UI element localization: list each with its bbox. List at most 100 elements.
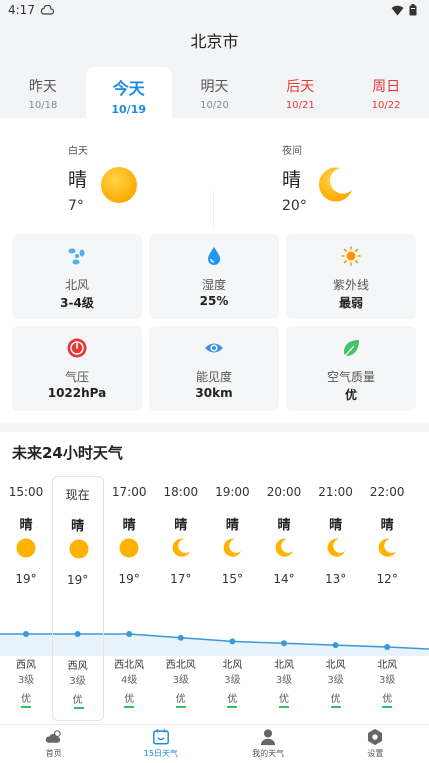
night-summary: 夜间 晴 20° bbox=[282, 142, 307, 214]
hour-wind-level: 3级 bbox=[379, 675, 396, 686]
city-name[interactable]: 北京市 bbox=[190, 28, 238, 52]
hour-condition: 晴 bbox=[122, 518, 136, 533]
detail-label: 湿度 bbox=[201, 278, 226, 292]
hour-time: 20:00 bbox=[266, 485, 302, 499]
hour-air-quality: 优 bbox=[227, 694, 238, 705]
hourly-title: 未来24小时天气 bbox=[12, 444, 123, 462]
hour-condition: 晴 bbox=[174, 518, 188, 533]
day-night-divider bbox=[213, 190, 214, 230]
hour-temp: 15° bbox=[221, 572, 244, 586]
sun-icon bbox=[69, 539, 89, 559]
sun-icon bbox=[16, 538, 36, 558]
hour-wind-level: 3级 bbox=[224, 675, 241, 686]
detail-card: 空气质量优 bbox=[286, 326, 416, 411]
detail-card: 紫外线 最弱 bbox=[286, 234, 416, 319]
today-panel: 白天 晴 7° 夜间 晴 20° 北风 3-4级 湿度 25% 紫外线 最弱 气压 1022h… bbox=[0, 118, 429, 423]
tab-cloud-sun[interactable]: 首页 bbox=[0, 725, 107, 763]
air-quality-bar bbox=[382, 706, 393, 708]
hour-air-quality: 优 bbox=[330, 694, 341, 705]
sun-icon bbox=[101, 167, 137, 203]
hour-air-quality: 优 bbox=[124, 694, 135, 705]
day-tab-name: 明天 bbox=[200, 79, 229, 95]
day-tab[interactable]: 后天 10/21 bbox=[257, 64, 343, 118]
hour-time: 22:00 bbox=[369, 485, 405, 499]
pressure-gauge-icon bbox=[67, 338, 87, 358]
detail-label: 紫外线 bbox=[332, 278, 369, 292]
detail-value: 最弱 bbox=[338, 296, 363, 310]
hourly-item[interactable]: 15:00 晴 19° 西风 3级优 bbox=[0, 476, 52, 721]
calendar-icon bbox=[152, 729, 169, 745]
hourly-item[interactable]: 21:00 晴 13° 北风 3级优 bbox=[310, 476, 362, 721]
hour-temp: 19° bbox=[15, 572, 37, 586]
detail-label: 能见度 bbox=[195, 370, 232, 384]
moon-icon bbox=[172, 538, 190, 557]
detail-label: 气压 bbox=[64, 370, 89, 384]
day-tab[interactable]: 今天 10/19 bbox=[85, 67, 172, 118]
day-tab-name: 今天 bbox=[112, 79, 145, 98]
day-tab[interactable]: 周日 10/22 bbox=[343, 64, 429, 118]
status-time: 4:17 bbox=[8, 3, 35, 17]
hourly-item[interactable]: 现在晴 19° 西风 3级优 bbox=[51, 476, 104, 721]
wind-icon bbox=[68, 248, 85, 265]
hour-wind-level: 3级 bbox=[172, 675, 189, 686]
air-quality-bar bbox=[21, 706, 31, 708]
hour-wind-level: 3级 bbox=[327, 675, 344, 686]
cloud-status-icon bbox=[40, 5, 54, 15]
hourly-item[interactable]: 17:00 晴 19° 西北风 4级优 bbox=[103, 476, 155, 721]
hour-condition: 晴 bbox=[329, 518, 343, 533]
day-tab-date: 10/20 bbox=[200, 100, 229, 111]
leaf-icon bbox=[344, 340, 359, 357]
hour-wind-direction: 西风 bbox=[16, 660, 36, 671]
tab-label: 设置 bbox=[367, 749, 384, 758]
tab-label: 首页 bbox=[45, 749, 62, 758]
sun-icon bbox=[119, 538, 139, 558]
day-tabs: 昨天 10/18 今天 10/19 明天 10/20 后天 10/21 周日 10/22 bbox=[0, 64, 429, 118]
detail-value: 优 bbox=[344, 388, 357, 402]
hour-temp: 19° bbox=[66, 573, 89, 587]
air-quality-bar bbox=[330, 706, 341, 708]
hourly-item[interactable]: 18:00 晴 17° 西北风 3级优 bbox=[155, 476, 207, 721]
hour-condition: 晴 bbox=[225, 518, 239, 533]
cloud-sun-icon bbox=[45, 730, 61, 743]
hour-condition: 晴 bbox=[19, 518, 33, 533]
detail-value: 25% bbox=[199, 294, 229, 308]
hour-wind-direction: 北风 bbox=[377, 660, 398, 671]
hourly-item[interactable]: 22:00 晴 12° 北风 3级优 bbox=[361, 476, 413, 721]
day-tab-date: 10/18 bbox=[28, 100, 58, 111]
hour-temp: 14° bbox=[273, 572, 295, 586]
tab-calendar[interactable]: 15日天气 bbox=[107, 725, 214, 763]
hour-wind-direction: 北风 bbox=[222, 660, 243, 671]
wifi-icon bbox=[391, 5, 404, 15]
hour-wind-level: 4级 bbox=[121, 675, 138, 686]
hour-condition: 晴 bbox=[71, 519, 85, 534]
tab-settings[interactable]: 设置 bbox=[322, 725, 429, 763]
day-temp: 7° bbox=[68, 198, 84, 214]
day-tab-name: 后天 bbox=[286, 79, 315, 95]
hour-time: 21:00 bbox=[318, 485, 353, 499]
hour-wind-direction: 西北风 bbox=[165, 660, 196, 671]
day-tab[interactable]: 昨天 10/18 bbox=[0, 64, 86, 118]
tab-label: 我的天气 bbox=[252, 749, 285, 758]
page-title: 北京市 bbox=[0, 20, 429, 60]
hour-wind-level: 3级 bbox=[69, 676, 86, 687]
moon-icon bbox=[224, 538, 242, 557]
hour-wind-level: 3级 bbox=[17, 675, 35, 686]
tab-user[interactable]: 我的天气 bbox=[215, 725, 322, 763]
air-quality-bar bbox=[73, 707, 84, 709]
air-quality-bar bbox=[227, 706, 238, 708]
status-bar: 4:17 bbox=[0, 0, 429, 20]
bottom-tab-bar: 首页 15日天气 我的天气 设置 bbox=[0, 724, 429, 763]
day-tab-name: 周日 bbox=[372, 79, 401, 95]
detail-label: 北风 bbox=[64, 278, 89, 292]
hourly-item[interactable]: 19:00 晴 15° 北风 3级优 bbox=[206, 476, 258, 721]
hour-condition: 晴 bbox=[380, 518, 394, 533]
day-tab-date: 10/22 bbox=[371, 100, 401, 111]
tab-label: 15日天气 bbox=[143, 749, 178, 758]
detail-label: 空气质量 bbox=[326, 370, 375, 384]
air-quality-bar bbox=[124, 706, 135, 708]
day-tab[interactable]: 明天 10/20 bbox=[172, 64, 258, 118]
detail-value: 1022hPa bbox=[47, 386, 107, 400]
hour-wind-level: 3级 bbox=[275, 675, 293, 686]
hourly-item[interactable]: 20:00 晴 14° 北风 3级优 bbox=[258, 476, 310, 721]
moon-icon bbox=[327, 538, 345, 557]
